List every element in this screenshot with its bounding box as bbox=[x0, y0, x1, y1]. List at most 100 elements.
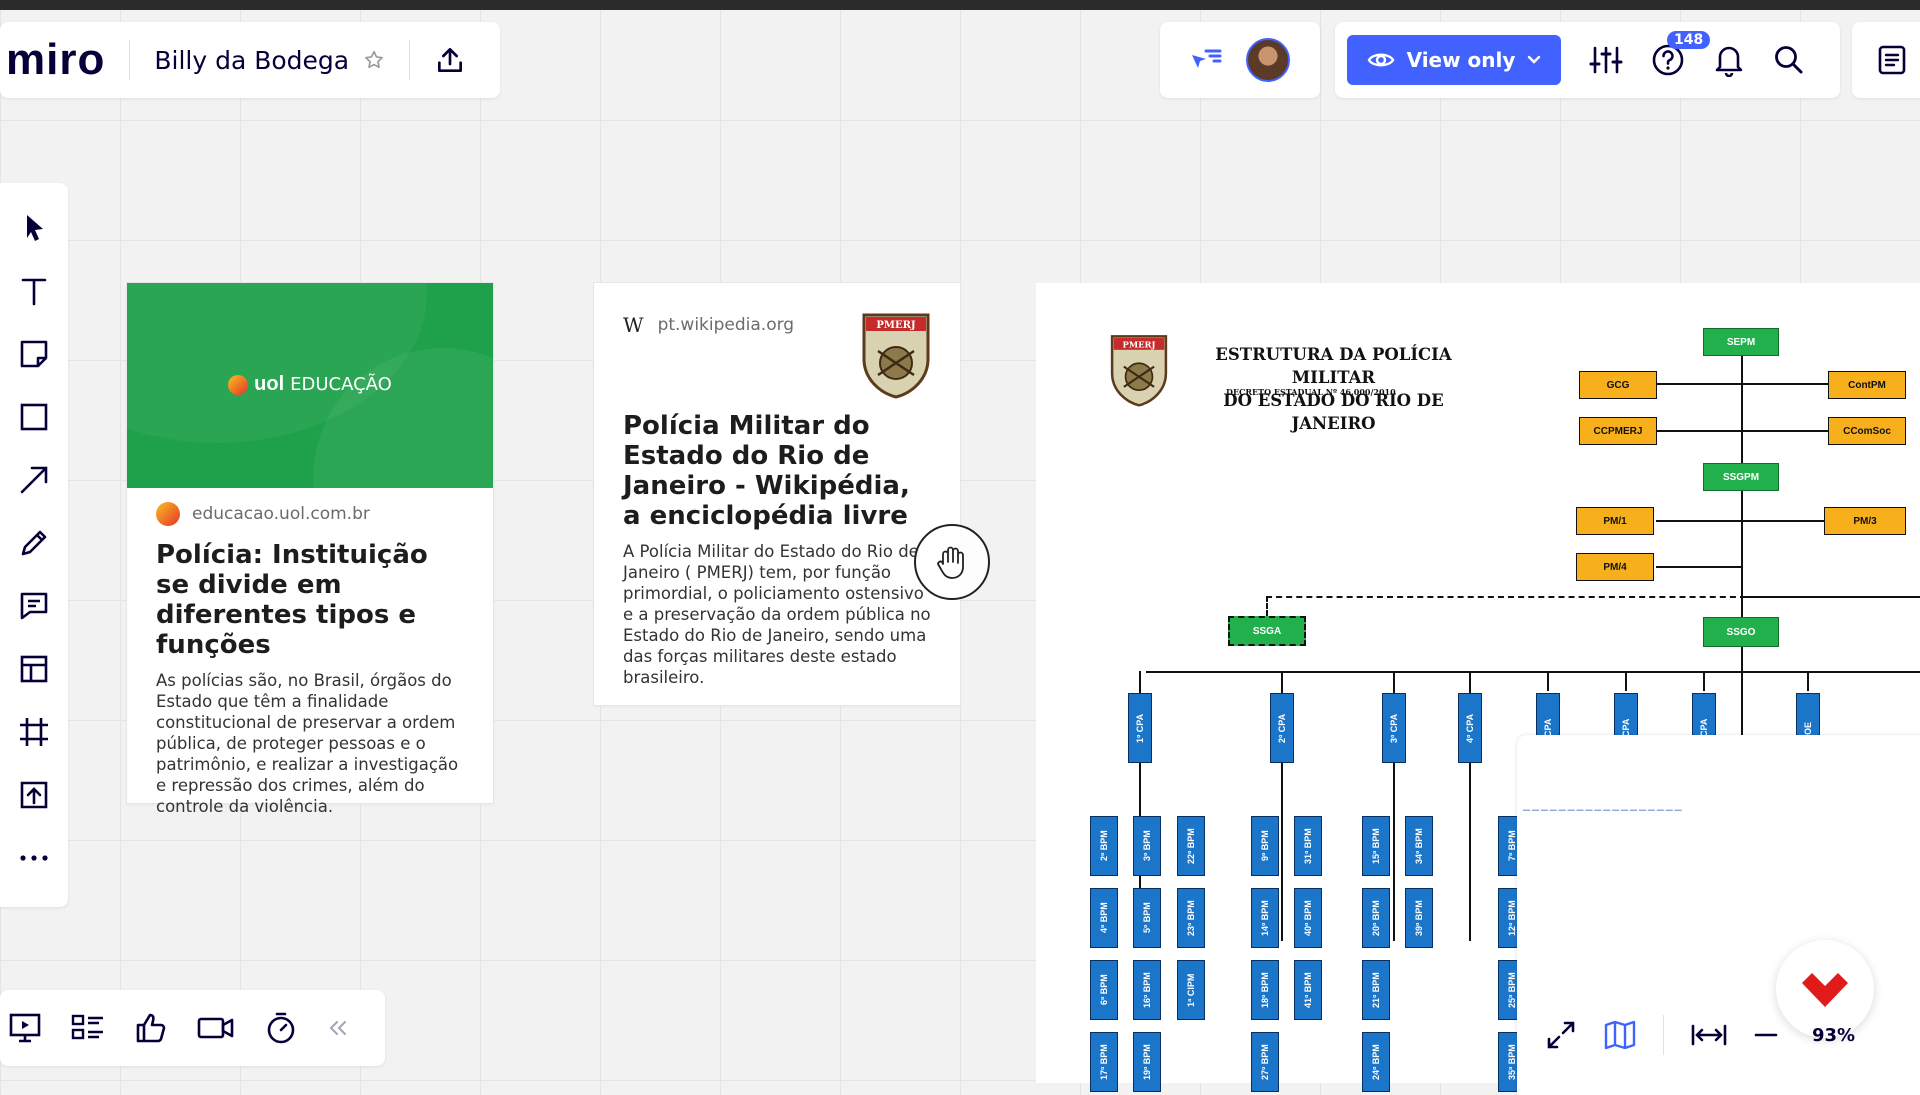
svg-text:PMERJ: PMERJ bbox=[876, 320, 916, 331]
org-box-bpm: 9º BPM bbox=[1251, 816, 1279, 876]
org-box-bpm: 14º BPM bbox=[1251, 888, 1279, 948]
like-icon[interactable] bbox=[134, 1011, 168, 1045]
top-tools-panel: View only 148 bbox=[1335, 22, 1840, 98]
frame-tool-icon[interactable] bbox=[17, 713, 51, 750]
settings-sliders-icon[interactable] bbox=[1589, 45, 1623, 75]
notes-list-icon[interactable] bbox=[1877, 44, 1907, 76]
org-box-bpm: 2º BPM bbox=[1090, 816, 1118, 876]
org-box-bpm: 31º BPM bbox=[1294, 816, 1322, 876]
card-source: pt.wikipedia.org bbox=[657, 315, 795, 335]
eye-icon bbox=[1367, 50, 1395, 70]
view-only-label: View only bbox=[1406, 48, 1516, 72]
video-call-icon[interactable] bbox=[196, 1013, 236, 1043]
pmerj-crest-icon: PMERJ bbox=[862, 313, 930, 399]
wikipedia-favicon-icon: W bbox=[623, 313, 644, 337]
card-title: Polícia: Instituição se divide em difere… bbox=[156, 540, 428, 660]
org-box-bpm: 17º BPM bbox=[1090, 1032, 1118, 1092]
org-box-gcg: GCG bbox=[1579, 371, 1657, 399]
upload-tool-icon[interactable] bbox=[17, 776, 51, 813]
zoom-out-icon[interactable] bbox=[1754, 1032, 1778, 1038]
arrow-tool-icon[interactable] bbox=[17, 461, 51, 498]
board-name[interactable]: Billy da Bodega bbox=[154, 46, 349, 75]
org-box-bpm: 19º BPM bbox=[1133, 1032, 1161, 1092]
pen-tool-icon[interactable] bbox=[17, 524, 51, 561]
board-header: miro Billy da Bodega bbox=[0, 22, 500, 98]
org-box-cpa: 3º CPA bbox=[1382, 693, 1406, 763]
sticky-note-icon[interactable] bbox=[17, 335, 51, 372]
bottom-toolbar bbox=[0, 990, 385, 1066]
org-box-bpm: 27º BPM bbox=[1251, 1032, 1279, 1092]
org-box-pm4: PM/4 bbox=[1576, 553, 1654, 581]
org-box-ccpmerj: CCPMERJ bbox=[1579, 417, 1657, 445]
org-box-bpm: 20º BPM bbox=[1362, 888, 1390, 948]
org-box-cpa: 1º CPA bbox=[1128, 693, 1152, 763]
left-toolbar bbox=[0, 183, 68, 907]
org-box-bpm: 24º BPM bbox=[1362, 1032, 1390, 1092]
org-box-cpa: 4º CPA bbox=[1458, 693, 1482, 763]
card-banner: uol EDUCAÇÃO bbox=[127, 283, 493, 488]
pmerj-crest-icon: PMERJ bbox=[1110, 335, 1168, 407]
avatar[interactable] bbox=[1246, 38, 1290, 82]
zoom-level[interactable]: 93% bbox=[1812, 1025, 1855, 1046]
org-box-ssgpm: SSGPM bbox=[1703, 463, 1779, 491]
star-icon[interactable] bbox=[363, 49, 385, 71]
select-cursor-icon[interactable] bbox=[17, 209, 51, 246]
notification-count-badge: 148 bbox=[1667, 31, 1711, 49]
miro-logo[interactable]: miro bbox=[6, 35, 105, 85]
org-box-pm1: PM/1 bbox=[1576, 507, 1654, 535]
card-description: As polícias são, no Brasil, órgãos do Es… bbox=[156, 671, 459, 816]
org-box-bpm: 34º BPM bbox=[1405, 816, 1433, 876]
org-chart-subtitle: DECRETO ESTADUAL Nº 46.000/2010 bbox=[1226, 387, 1396, 397]
map-icon[interactable] bbox=[1603, 1019, 1637, 1051]
org-box-ssgo: SSGO bbox=[1703, 617, 1779, 647]
org-box-contpm: ContPM bbox=[1828, 371, 1906, 399]
uol-educacao-logo: uol EDUCAÇÃO bbox=[127, 373, 493, 396]
org-box-bpm: 1ª CIPM bbox=[1177, 960, 1205, 1020]
org-box-bpm: 40º BPM bbox=[1294, 888, 1322, 948]
fit-to-screen-icon[interactable] bbox=[1690, 1023, 1728, 1047]
uol-logo-icon bbox=[228, 374, 249, 395]
help-button[interactable]: 148 bbox=[1651, 31, 1711, 77]
more-tools-icon[interactable] bbox=[17, 839, 51, 876]
comment-tool-icon[interactable] bbox=[17, 587, 51, 624]
org-box-ssga: SSGA bbox=[1228, 616, 1306, 646]
collapse-toolbar-icon[interactable] bbox=[326, 1018, 350, 1038]
org-box-bpm: 15º BPM bbox=[1362, 816, 1390, 876]
collaborators-panel bbox=[1160, 22, 1320, 98]
presentation-icon[interactable] bbox=[8, 1011, 42, 1045]
org-box-sepm: SEPM bbox=[1703, 328, 1779, 356]
org-box-bpm: 16º BPM bbox=[1133, 960, 1161, 1020]
link-card-uol[interactable]: uol EDUCAÇÃO educacao.uol.com.br Polícia… bbox=[127, 283, 493, 816]
org-box-bpm: 22º BPM bbox=[1177, 816, 1205, 876]
org-box-cpa: 2º CPA bbox=[1270, 693, 1294, 763]
card-description: A Polícia Militar do Estado do Rio de Ja… bbox=[623, 542, 931, 687]
org-box-ccomsoc: CComSoc bbox=[1828, 417, 1906, 445]
chevron-down-icon bbox=[1527, 55, 1541, 65]
org-box-bpm: 3º BPM bbox=[1133, 816, 1161, 876]
shape-tool-icon[interactable] bbox=[17, 398, 51, 435]
org-box-bpm: 21º BPM bbox=[1362, 960, 1390, 1020]
org-box-bpm: 41º BPM bbox=[1294, 960, 1322, 1020]
cursor-follow-icon[interactable] bbox=[1188, 45, 1224, 75]
timer-icon[interactable] bbox=[264, 1011, 298, 1045]
search-icon[interactable] bbox=[1773, 44, 1805, 76]
org-box-bpm: 39º BPM bbox=[1405, 888, 1433, 948]
card-title: Polícia Militar do Estado do Rio de Jane… bbox=[623, 411, 910, 531]
upload-icon[interactable] bbox=[434, 44, 466, 76]
templates-icon[interactable] bbox=[17, 650, 51, 687]
fullscreen-icon[interactable] bbox=[1545, 1019, 1577, 1051]
org-box-bpm: 5º BPM bbox=[1133, 888, 1161, 948]
grab-hand-cursor-icon bbox=[914, 524, 990, 600]
org-box-bpm: 4º BPM bbox=[1090, 888, 1118, 948]
divider bbox=[129, 40, 131, 80]
org-box-pm3: PM/3 bbox=[1824, 507, 1906, 535]
divider bbox=[409, 40, 411, 80]
link-card-wikipedia[interactable]: W pt.wikipedia.org PMERJ Polícia Militar… bbox=[594, 283, 960, 705]
text-tool-icon[interactable] bbox=[17, 272, 51, 309]
org-box-bpm: 6º BPM bbox=[1090, 960, 1118, 1020]
view-only-button[interactable]: View only bbox=[1347, 35, 1561, 85]
bell-icon[interactable] bbox=[1713, 43, 1745, 77]
divider bbox=[1663, 1015, 1664, 1055]
board-outline-icon[interactable] bbox=[70, 1012, 106, 1044]
notes-panel bbox=[1852, 22, 1920, 98]
